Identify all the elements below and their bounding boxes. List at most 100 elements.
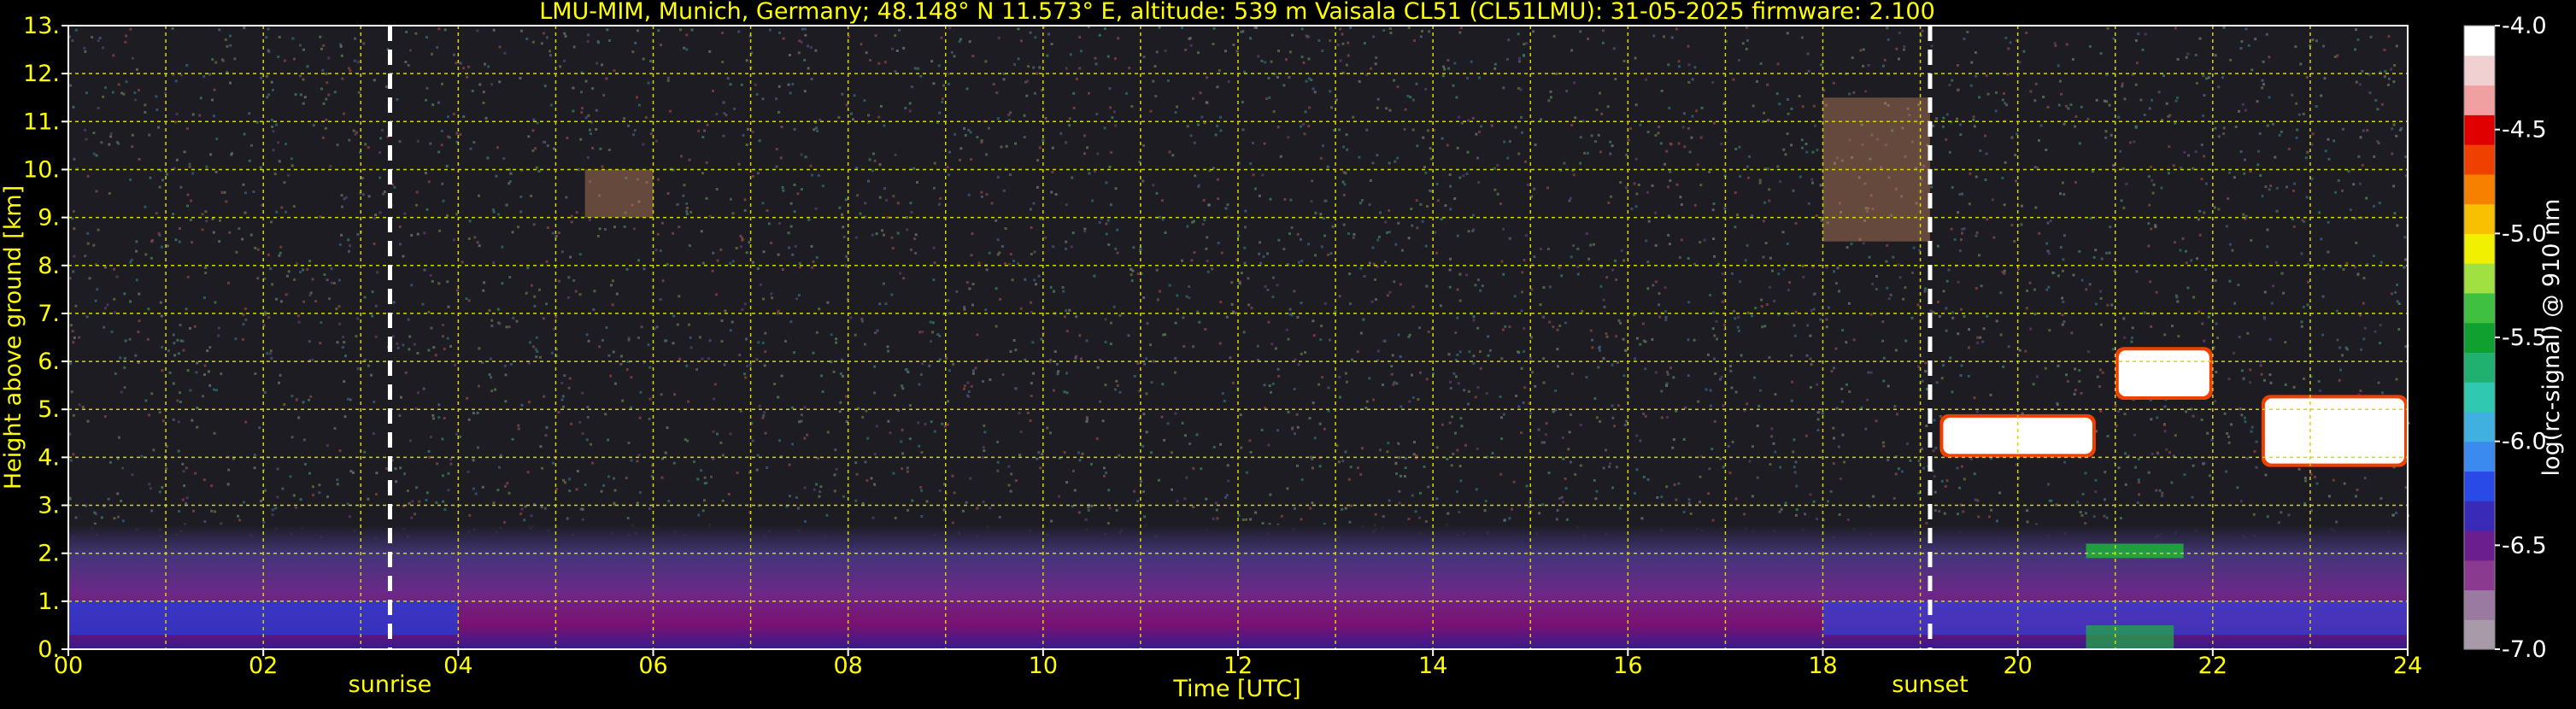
noise-speck bbox=[1925, 425, 1928, 427]
noise-speck bbox=[572, 45, 576, 49]
noise-speck bbox=[296, 262, 299, 266]
noise-speck bbox=[566, 296, 570, 299]
noise-speck bbox=[411, 500, 414, 503]
noise-speck bbox=[235, 250, 238, 254]
noise-speck bbox=[1843, 460, 1846, 464]
noise-speck bbox=[798, 39, 801, 43]
noise-speck bbox=[655, 325, 659, 329]
noise-speck bbox=[496, 308, 500, 311]
noise-speck bbox=[1838, 513, 1841, 516]
noise-speck bbox=[842, 235, 846, 238]
noise-speck bbox=[543, 507, 547, 510]
noise-speck bbox=[1403, 475, 1406, 478]
noise-speck bbox=[807, 44, 810, 48]
noise-speck bbox=[866, 437, 870, 440]
noise-speck bbox=[2020, 223, 2023, 226]
noise-speck bbox=[1519, 88, 1523, 91]
noise-speck bbox=[861, 501, 865, 505]
noise-speck bbox=[185, 501, 188, 505]
noise-speck bbox=[1634, 157, 1638, 161]
noise-speck bbox=[1205, 247, 1208, 250]
noise-speck bbox=[557, 411, 560, 414]
noise-speck bbox=[1254, 511, 1258, 514]
noise-speck bbox=[1545, 422, 1548, 425]
noise-speck bbox=[1253, 187, 1257, 190]
noise-speck bbox=[1677, 60, 1681, 63]
noise-speck bbox=[1312, 334, 1316, 337]
noise-speck bbox=[1976, 341, 1980, 344]
noise-speck bbox=[876, 329, 879, 332]
noise-speck bbox=[589, 128, 591, 132]
noise-speck bbox=[121, 519, 125, 523]
noise-speck bbox=[2291, 218, 2294, 221]
noise-speck bbox=[1671, 446, 1675, 449]
noise-speck bbox=[864, 343, 866, 346]
noise-speck bbox=[1182, 316, 1185, 319]
noise-speck bbox=[165, 173, 168, 176]
noise-speck bbox=[1304, 110, 1307, 114]
noise-speck bbox=[918, 444, 921, 448]
noise-speck bbox=[627, 337, 631, 340]
noise-speck bbox=[751, 261, 754, 264]
noise-speck bbox=[1833, 366, 1835, 370]
noise-speck bbox=[490, 390, 494, 393]
noise-speck bbox=[1014, 479, 1018, 483]
noise-speck bbox=[877, 115, 881, 119]
noise-speck bbox=[117, 515, 120, 519]
noise-speck bbox=[2354, 48, 2357, 51]
noise-speck bbox=[1024, 278, 1027, 281]
noise-speck bbox=[2263, 378, 2266, 382]
noise-speck bbox=[348, 138, 351, 142]
noise-speck bbox=[1959, 308, 1963, 311]
noise-speck bbox=[2151, 191, 2155, 195]
noise-speck bbox=[1537, 428, 1540, 431]
noise-speck bbox=[1133, 375, 1136, 378]
noise-speck bbox=[375, 472, 378, 475]
noise-speck bbox=[625, 267, 629, 271]
colorbar: -4.0-4.5-5.0-5.5-6.0-6.5-7.0 bbox=[2463, 13, 2547, 663]
noise-speck bbox=[1815, 214, 1818, 217]
noise-speck bbox=[202, 296, 206, 299]
noise-speck bbox=[1924, 361, 1928, 365]
noise-speck bbox=[581, 432, 584, 436]
noise-speck bbox=[1240, 272, 1243, 275]
noise-speck bbox=[1181, 421, 1184, 425]
noise-speck bbox=[1825, 325, 1828, 329]
noise-speck bbox=[1018, 412, 1021, 415]
noise-speck bbox=[1158, 215, 1161, 219]
noise-speck bbox=[302, 78, 305, 81]
noise-speck bbox=[1969, 84, 1973, 87]
noise-speck bbox=[715, 113, 719, 116]
noise-speck bbox=[2046, 106, 2050, 108]
noise-speck bbox=[355, 335, 358, 338]
noise-speck bbox=[2250, 238, 2253, 242]
noise-speck bbox=[790, 406, 794, 409]
noise-speck bbox=[1634, 357, 1636, 360]
noise-speck bbox=[1820, 63, 1823, 67]
noise-speck bbox=[1517, 60, 1521, 63]
noise-speck bbox=[1999, 291, 2003, 295]
noise-speck bbox=[364, 143, 367, 146]
colorbar-segment bbox=[2464, 382, 2495, 413]
noise-speck bbox=[2151, 453, 2154, 455]
noise-speck bbox=[1446, 144, 1449, 147]
noise-speck bbox=[174, 238, 178, 242]
noise-speck bbox=[1898, 57, 1900, 61]
noise-speck bbox=[471, 90, 474, 92]
noise-speck bbox=[1680, 203, 1683, 206]
noise-speck bbox=[2305, 75, 2309, 79]
noise-speck bbox=[86, 231, 90, 235]
noise-speck bbox=[2373, 155, 2376, 158]
noise-speck bbox=[1300, 302, 1303, 305]
noise-speck bbox=[1975, 74, 1978, 78]
noise-speck bbox=[1080, 50, 1083, 53]
noise-speck bbox=[1230, 302, 1234, 306]
noise-speck bbox=[2233, 176, 2236, 179]
noise-speck bbox=[1687, 338, 1690, 342]
noise-speck bbox=[2239, 47, 2243, 50]
noise-speck bbox=[2137, 457, 2140, 460]
noise-speck bbox=[551, 461, 555, 465]
noise-speck bbox=[1443, 67, 1446, 71]
noise-speck bbox=[770, 242, 773, 244]
noise-speck bbox=[841, 213, 843, 216]
